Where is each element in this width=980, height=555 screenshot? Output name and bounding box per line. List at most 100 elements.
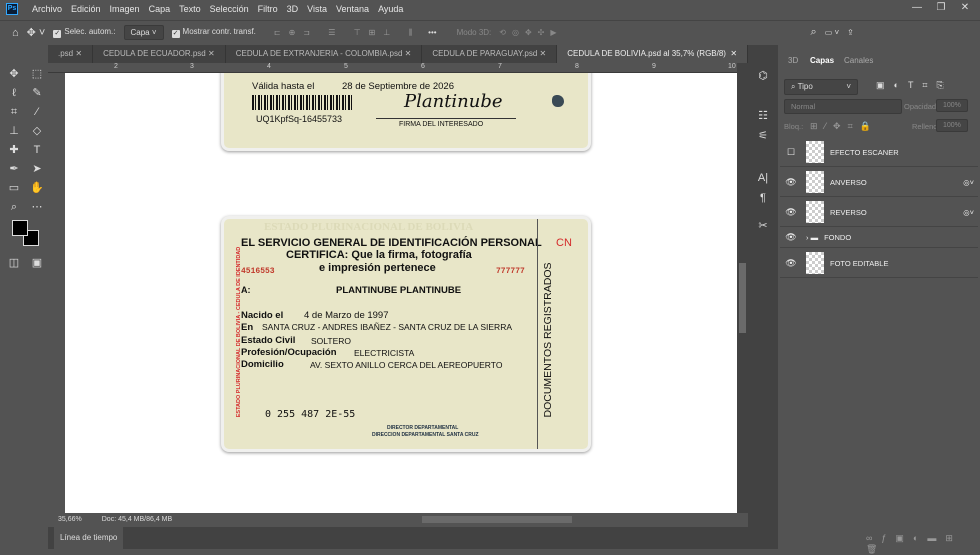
tool-presets-icon[interactable]: ✂ [756, 219, 770, 233]
layer-efecto-escaner[interactable]: ☐ EFECTO ESCANER [780, 138, 978, 167]
header-line-3: e impresión pertenece [319, 262, 436, 274]
lasso-tool-icon[interactable]: ℓ [7, 86, 21, 100]
move-tool-icon[interactable]: ✥ ˅ [27, 26, 46, 39]
opacity-field[interactable]: 100% [936, 99, 968, 112]
3d-tools-icons[interactable]: ⟲◎✥✣▶ [499, 28, 562, 37]
zoom-tool-icon[interactable]: ⌕ [7, 200, 21, 214]
tab-3d[interactable]: 3D [782, 53, 804, 68]
eye-icon[interactable]: 👁 [780, 177, 802, 188]
menu-filtro[interactable]: Filtro [258, 4, 278, 14]
place-label: En [241, 322, 254, 333]
path-select-icon[interactable]: ➤ [30, 162, 44, 176]
stamp-tool-icon[interactable]: ⊥ [7, 124, 21, 138]
tab-ecuador[interactable]: CEDULA DE ECUADOR.psd ✕ [93, 45, 226, 63]
healing-brush-icon[interactable]: ✚ [7, 143, 21, 157]
history-icon[interactable]: ⌬ [756, 69, 770, 83]
home-icon[interactable]: ⌂ [12, 27, 19, 39]
workspace-icon[interactable]: ▭ ˅ [825, 28, 839, 37]
signature: Plantinube [404, 91, 503, 112]
tab-colombia[interactable]: CEDULA DE EXTRANJERIA - COLOMBIA.psd ✕ [226, 45, 423, 63]
filter-type-icons[interactable]: ▣◐T⌗⎘ [876, 80, 953, 91]
document-canvas[interactable]: Válida hasta el 28 de Septiembre de 2026… [65, 73, 737, 513]
eye-icon[interactable]: 👁 [780, 258, 802, 269]
menu-ayuda[interactable]: Ayuda [378, 4, 403, 14]
eyedropper-icon[interactable]: ⁄ [30, 105, 44, 119]
tab-timeline[interactable]: Línea de tiempo [54, 527, 124, 549]
align-icons[interactable]: ⊏⊕⊐ ☰ ⊤⊞⊥ ⫼ [274, 28, 420, 38]
share-icon[interactable]: ⇪ [847, 28, 854, 37]
pen-tool-icon[interactable]: ✒ [7, 162, 21, 176]
layer-foto-editable[interactable]: 👁 FOTO EDITABLE [780, 249, 978, 278]
tab-capas[interactable]: Capas [804, 53, 841, 68]
menu-imagen[interactable]: Imagen [110, 4, 140, 14]
eye-icon[interactable]: 👁 [780, 232, 802, 243]
civil-status-label: Estado Civil [241, 335, 296, 346]
blend-mode-dropdown[interactable]: Normal [784, 99, 902, 114]
layer-filter-dropdown[interactable]: ⌕ Tipo ˅ [784, 79, 858, 95]
tab-bolivia[interactable]: CEDULA DE BOLIVIA.psd al 35,7% (RGB/8) ✕ [557, 45, 749, 63]
shape-tool-icon[interactable]: ▭ [7, 181, 21, 195]
scroll-thumb[interactable] [739, 263, 746, 333]
show-transform-checkbox[interactable]: ✓ Mostrar contr. transf. [171, 27, 256, 38]
address-label: Domicilio [241, 359, 284, 370]
marquee-tool-icon[interactable]: ⬚ [30, 67, 44, 81]
quick-mask-icon[interactable]: ◫ [7, 256, 21, 270]
to-label: A: [241, 285, 251, 295]
eye-icon[interactable]: 👁 [780, 207, 802, 218]
holder-name: PLANTINUBE PLANTINUBE [336, 285, 462, 296]
layer-anverso[interactable]: 👁 ANVERSO ◎˅ [780, 168, 978, 197]
restore-button[interactable]: ❐ [929, 0, 953, 16]
tab-paraguay[interactable]: CEDULA DE PARAGUAY.psd ✕ [422, 45, 558, 63]
lock-icons[interactable]: ⊞⁄✥⌗🔒 [810, 121, 878, 132]
more-options-button[interactable]: ••• [428, 28, 436, 37]
smart-filter-icon[interactable]: ◎˅ [963, 178, 974, 187]
doc-size[interactable]: Doc: 45,4 MB/86,4 MB [102, 516, 172, 523]
layer-group-fondo[interactable]: 👁 › ▬ FONDO [780, 228, 978, 248]
more-tools-icon[interactable]: ⋯ [30, 200, 44, 214]
character-icon[interactable]: A| [756, 171, 770, 185]
tab-canales[interactable]: Canales [838, 53, 879, 68]
screen-mode-icon[interactable]: ▣ [30, 256, 44, 270]
type-tool-icon[interactable]: T [30, 143, 44, 157]
smart-filter-icon[interactable]: ◎˅ [963, 208, 974, 217]
menu-capa[interactable]: Capa [149, 4, 171, 14]
layer-reverso[interactable]: 👁 REVERSO ◎˅ [780, 198, 978, 227]
vertical-label: DOCUMENTOS REGISTRADOS [542, 262, 554, 418]
cn-label: CN [556, 237, 572, 249]
paragraph-icon[interactable]: ¶ [756, 191, 770, 205]
visibility-toggle-off[interactable]: ☐ [780, 147, 802, 158]
close-button[interactable]: ✕ [953, 0, 977, 16]
timeline-panel: Línea de tiempo [48, 527, 748, 549]
layer-name: FONDO [824, 233, 852, 242]
horizontal-ruler[interactable]: 2 3 4 5 6 7 8 9 10 [48, 63, 737, 73]
minimize-button[interactable]: — [905, 0, 929, 16]
menu-ventana[interactable]: Ventana [336, 4, 369, 14]
folder-icon[interactable]: › ▬ [806, 233, 818, 242]
menu-edicion[interactable]: Edición [71, 4, 101, 14]
properties-icon[interactable]: ⚟ [756, 129, 770, 143]
menu-archivo[interactable]: Archivo [32, 4, 62, 14]
layers-panel: 3D Capas Canales ⌕ Tipo ˅ ▣◐T⌗⎘ Normal O… [778, 45, 980, 554]
eraser-icon[interactable]: ◇ [30, 124, 44, 138]
menu-texto[interactable]: Texto [179, 4, 201, 14]
zoom-level[interactable]: 35,66% [58, 516, 82, 523]
horizontal-scroll-thumb[interactable] [422, 516, 572, 523]
move-tool-icon[interactable]: ✥ [7, 67, 21, 81]
layer-actions-icons[interactable]: ∞ƒ▣◐▬⊞🗑 [866, 533, 980, 555]
menu-vista[interactable]: Vista [307, 4, 327, 14]
menu-3d[interactable]: 3D [287, 4, 299, 14]
adjustments-icon[interactable]: ☷ [756, 109, 770, 123]
quick-select-icon[interactable]: ✎ [30, 86, 44, 100]
tab-document[interactable]: .psd ✕ [48, 45, 94, 63]
menu-seleccion[interactable]: Selección [210, 4, 249, 14]
fill-field[interactable]: 100% [936, 119, 968, 132]
crop-tool-icon[interactable]: ⌗ [7, 105, 21, 119]
foreground-color-swatch[interactable] [12, 220, 28, 236]
search-icon[interactable]: ⌕ [811, 26, 817, 39]
auto-select-dropdown[interactable]: Capa ˅ [123, 25, 164, 40]
birth-place: SANTA CRUZ - ANDRES IBAÑEZ - SANTA CRUZ … [262, 322, 513, 332]
vertical-ruler[interactable] [48, 73, 65, 513]
auto-select-checkbox[interactable]: ✓ Selec. autom.: [53, 27, 116, 38]
hand-tool-icon[interactable]: ✋ [30, 181, 44, 195]
vertical-scrollbar[interactable] [737, 63, 748, 513]
